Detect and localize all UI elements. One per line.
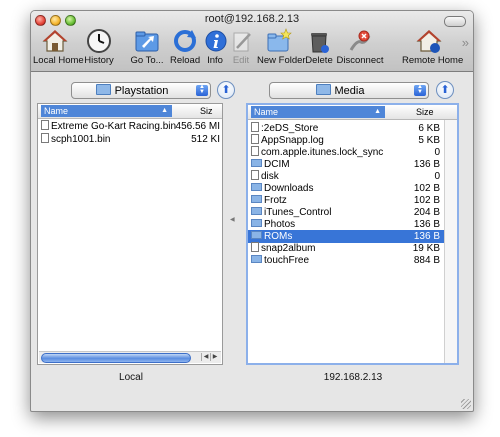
file-icon — [251, 134, 259, 144]
file-icon — [251, 122, 259, 132]
title-bar: root@192.168.2.13 Local Home History Go … — [31, 11, 473, 72]
folder-icon — [315, 84, 331, 95]
folder-icon — [251, 219, 262, 227]
remote-list-header: Name ▲ Size — [248, 105, 457, 120]
file-icon — [41, 120, 49, 130]
info-button[interactable]: Info — [204, 28, 227, 66]
file-icon — [41, 133, 49, 143]
edit-icon — [233, 32, 251, 52]
remote-size-column-header[interactable]: Size — [416, 106, 434, 118]
delete-button[interactable]: Delete — [305, 28, 333, 66]
remote-file-list[interactable]: Name ▲ Size :2eDS_Store 6 KB AppSnapp.log 5 … — [246, 103, 459, 365]
file-icon — [251, 170, 259, 180]
folder-icon — [251, 207, 262, 215]
reload-icon — [174, 30, 196, 52]
folder-icon — [251, 183, 262, 191]
disconnect-icon — [349, 30, 371, 51]
reload-button[interactable]: Reload — [170, 28, 200, 66]
local-folder-label: Playstation — [114, 85, 169, 97]
remote-status-label: 192.168.2.13 — [323, 372, 383, 383]
local-parent-folder-button[interactable]: ⬆ — [217, 81, 235, 99]
local-list-header: Name ▲ Siz — [38, 104, 222, 119]
local-home-button[interactable]: Local Home — [33, 28, 84, 66]
remote-home-icon — [416, 30, 442, 53]
resize-grip-icon[interactable] — [461, 399, 471, 409]
folder-icon — [251, 255, 262, 263]
remote-parent-folder-button[interactable]: ⬆ — [436, 81, 454, 99]
folder-icon — [251, 195, 262, 203]
house-icon — [42, 30, 68, 52]
toolbar-overflow-icon[interactable]: » — [462, 35, 469, 50]
popup-arrows-icon: ▲ ▼ — [414, 84, 426, 96]
scroll-left-icon[interactable]: ◀ — [201, 353, 210, 361]
sort-ascending-icon: ▲ — [374, 108, 381, 115]
folder-goto-icon — [135, 31, 159, 52]
local-folder-popup[interactable]: Playstation ▲ ▼ — [71, 82, 211, 99]
info-icon — [205, 30, 227, 52]
list-item[interactable]: Extreme Go-Kart Racing.bin 456.56 MI — [38, 120, 222, 133]
toolbar-toggle-button[interactable] — [444, 16, 466, 27]
pane-splitter-icon[interactable]: ◀ — [230, 216, 235, 223]
sort-ascending-icon: ▲ — [161, 107, 168, 114]
list-item[interactable]: touchFree 884 B — [248, 254, 444, 267]
remote-vertical-scrollbar[interactable] — [444, 120, 457, 363]
file-icon — [251, 242, 259, 252]
popup-arrows-icon: ▲ ▼ — [196, 84, 208, 96]
disconnect-button[interactable]: Disconnect — [336, 28, 384, 66]
scroll-right-icon[interactable]: ▶ — [210, 353, 219, 361]
local-name-column-header[interactable]: Name ▲ — [41, 105, 172, 117]
window-title: root@192.168.2.13 — [204, 13, 300, 25]
local-file-list[interactable]: Name ▲ Siz Extreme Go-Kart Racing.bin 456… — [37, 103, 223, 365]
up-arrow-icon: ⬆ — [221, 84, 231, 96]
scrollbar-thumb[interactable] — [41, 353, 191, 363]
local-horizontal-scrollbar[interactable]: ◀ ▶ — [39, 351, 221, 363]
remote-home-button[interactable]: Remote Home — [402, 28, 463, 66]
history-button[interactable]: History — [81, 28, 117, 66]
new-folder-button[interactable]: New Folder — [257, 28, 306, 66]
list-item[interactable]: scph1001.bin 512 KI — [38, 133, 222, 146]
ftp-window: root@192.168.2.13 Local Home History Go … — [30, 10, 474, 412]
remote-name-column-header[interactable]: Name ▲ — [251, 106, 385, 118]
up-arrow-icon: ⬆ — [440, 84, 450, 96]
folder-icon — [95, 84, 111, 95]
folder-icon — [251, 231, 262, 239]
file-icon — [251, 146, 259, 156]
local-size-column-header[interactable]: Siz — [200, 105, 213, 117]
trash-icon — [311, 33, 329, 53]
folder-icon — [251, 159, 262, 167]
new-folder-icon — [267, 28, 292, 52]
clock-icon — [87, 29, 111, 53]
edit-button[interactable]: Edit — [231, 28, 251, 66]
remote-folder-popup[interactable]: Media ▲ ▼ — [269, 82, 429, 99]
go-to-button[interactable]: Go To... — [126, 28, 168, 66]
remote-folder-label: Media — [334, 85, 365, 97]
local-status-label: Local — [119, 372, 143, 383]
